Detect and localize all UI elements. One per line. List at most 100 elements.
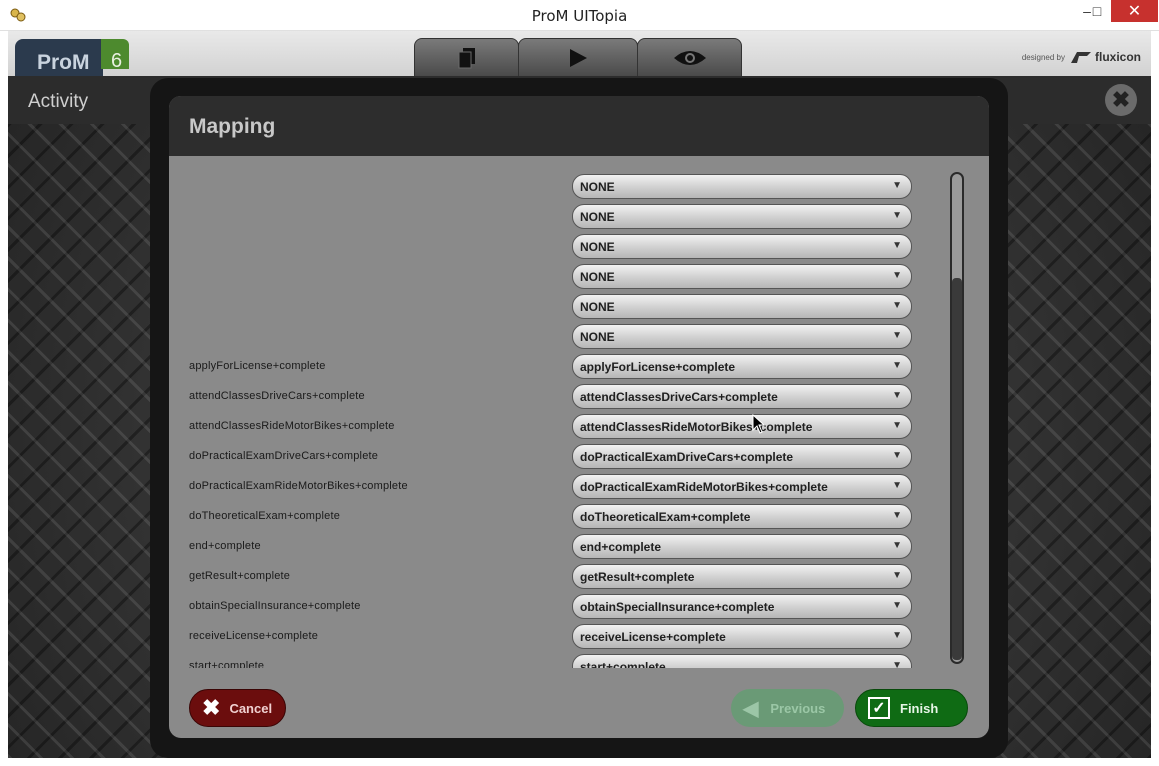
- scrollbar-thumb[interactable]: [952, 278, 962, 660]
- window-title-bar: ProM UITopia – □ ✕: [0, 0, 1159, 31]
- mapping-select[interactable]: attendClassesDriveCars+complete ▼: [572, 384, 912, 409]
- tab-views[interactable]: [637, 38, 742, 76]
- mapping-row-label: obtainSpecialInsurance+complete: [189, 600, 361, 612]
- mapping-row: doTheoreticalExam+complete doTheoreticalE…: [169, 502, 929, 532]
- mapping-select[interactable]: obtainSpecialInsurance+complete ▼: [572, 594, 912, 619]
- mapping-row: start+complete start+complete ▼: [169, 652, 929, 668]
- mapping-row-label: doPracticalExamDriveCars+complete: [189, 450, 379, 462]
- mapping-select[interactable]: doTheoreticalExam+complete ▼: [572, 504, 912, 529]
- mapping-dialog: Mapping NONE ▼ NONE ▼ NONE ▼ NONE ▼ NONE ▼ NONE ▼ ap…: [169, 96, 989, 738]
- mapping-row: NONE ▼: [169, 172, 929, 202]
- mapping-select[interactable]: NONE ▼: [572, 324, 912, 349]
- mapping-row: end+complete end+complete ▼: [169, 532, 929, 562]
- tab-workspace[interactable]: [414, 38, 519, 76]
- mapping-select-value: NONE: [580, 270, 615, 284]
- vertical-scrollbar[interactable]: [950, 172, 964, 664]
- mapping-row: NONE ▼: [169, 322, 929, 352]
- mapping-select-value: end+complete: [580, 540, 662, 554]
- mapping-select[interactable]: applyForLicense+complete ▼: [572, 354, 912, 379]
- mapping-select[interactable]: getResult+complete ▼: [572, 564, 912, 589]
- mapping-select-value: NONE: [580, 210, 615, 224]
- prom-logo: ProM 6: [15, 39, 129, 76]
- mapping-select-value: doPracticalExamRideMotorBikes+complete: [580, 480, 828, 494]
- dropdown-arrow-icon: ▼: [892, 390, 902, 401]
- mapping-row: getResult+complete getResult+complete ▼: [169, 562, 929, 592]
- mapping-select-value: getResult+complete: [580, 570, 695, 584]
- window-title: ProM UITopia: [531, 7, 628, 25]
- mapping-select-value: NONE: [580, 240, 615, 254]
- dialog-title: Mapping: [189, 115, 276, 138]
- documents-icon: [458, 47, 475, 68]
- mapping-row: attendClassesRideMotorBikes+complete atte…: [169, 412, 929, 442]
- checkmark-icon: ✓: [868, 697, 890, 719]
- mapping-select[interactable]: end+complete ▼: [572, 534, 912, 559]
- dropdown-arrow-icon: ▼: [892, 660, 902, 668]
- close-activity-icon[interactable]: ✖: [1105, 84, 1137, 116]
- mapping-row: doPracticalExamRideMotorBikes+complete do…: [169, 472, 929, 502]
- eye-icon: [673, 50, 706, 65]
- prom-header: ProM 6 designed by fluxicon: [8, 31, 1151, 76]
- dropdown-arrow-icon: ▼: [892, 300, 902, 311]
- dropdown-arrow-icon: ▼: [892, 420, 902, 431]
- close-window-icon[interactable]: ✕: [1111, 0, 1158, 22]
- mapping-row-label: receiveLicense+complete: [189, 630, 319, 642]
- dropdown-arrow-icon: ▼: [892, 450, 902, 461]
- mapping-row-label: attendClassesRideMotorBikes+complete: [189, 420, 395, 432]
- mapping-row-label: getResult+complete: [189, 570, 291, 582]
- view-tabs: [414, 38, 742, 76]
- dropdown-arrow-icon: ▼: [892, 480, 902, 491]
- mapping-row: attendClassesDriveCars+complete attendCla…: [169, 382, 929, 412]
- dropdown-arrow-icon: ▼: [892, 570, 902, 581]
- left-arrow-icon: ◀: [743, 697, 759, 720]
- mapping-select[interactable]: doPracticalExamRideMotorBikes+complete ▼: [572, 474, 912, 499]
- mapping-select[interactable]: attendClassesRideMotorBikes+complete ▼: [572, 414, 912, 439]
- mapping-select[interactable]: NONE ▼: [572, 264, 912, 289]
- mapping-select[interactable]: NONE ▼: [572, 294, 912, 319]
- previous-button[interactable]: ◀ Previous: [731, 689, 844, 727]
- mapping-row: NONE ▼: [169, 202, 929, 232]
- dropdown-arrow-icon: ▼: [892, 540, 902, 551]
- mapping-select-value: NONE: [580, 180, 615, 194]
- mapping-select-value: doTheoreticalExam+complete: [580, 510, 751, 524]
- tab-actions[interactable]: [518, 38, 638, 76]
- mapping-row-label: doPracticalExamRideMotorBikes+complete: [189, 480, 408, 492]
- dropdown-arrow-icon: ▼: [892, 510, 902, 521]
- mapping-select-value: start+complete: [580, 660, 666, 668]
- mapping-row-label: attendClassesDriveCars+complete: [189, 390, 365, 402]
- mapping-row: applyForLicense+complete applyForLicense+…: [169, 352, 929, 382]
- dropdown-arrow-icon: ▼: [892, 240, 902, 251]
- mapping-row: NONE ▼: [169, 262, 929, 292]
- mapping-select[interactable]: NONE ▼: [572, 204, 912, 229]
- dropdown-arrow-icon: ▼: [892, 180, 902, 191]
- mapping-select[interactable]: start+complete ▼: [572, 654, 912, 668]
- mapping-select-value: NONE: [580, 300, 615, 314]
- dropdown-arrow-icon: ▼: [892, 330, 902, 341]
- mapping-select[interactable]: doPracticalExamDriveCars+complete ▼: [572, 444, 912, 469]
- finish-button[interactable]: ✓ Finish: [855, 689, 968, 727]
- mapping-select-value: attendClassesDriveCars+complete: [580, 390, 778, 404]
- dropdown-arrow-icon: ▼: [892, 360, 902, 371]
- fluxicon-logo-icon: [1070, 52, 1091, 63]
- cancel-button[interactable]: ✖ Cancel: [189, 689, 286, 727]
- mapping-row: NONE ▼: [169, 292, 929, 322]
- dropdown-arrow-icon: ▼: [892, 210, 902, 221]
- designed-by-label: designed by fluxicon: [1021, 50, 1141, 64]
- mapping-select[interactable]: NONE ▼: [572, 174, 912, 199]
- activity-title: Activity: [28, 91, 89, 112]
- mapping-select-value: applyForLicense+complete: [580, 360, 736, 374]
- mapping-row: receiveLicense+complete receiveLicense+co…: [169, 622, 929, 652]
- mapping-select-value: NONE: [580, 330, 615, 344]
- mapping-select-value: doPracticalExamDriveCars+complete: [580, 450, 794, 464]
- mapping-row-label: doTheoreticalExam+complete: [189, 510, 341, 522]
- mapping-select[interactable]: NONE ▼: [572, 234, 912, 259]
- dropdown-arrow-icon: ▼: [892, 270, 902, 281]
- mapping-row-label: start+complete: [189, 660, 265, 668]
- mapping-row-label: applyForLicense+complete: [189, 360, 326, 372]
- mapping-select[interactable]: receiveLicense+complete ▼: [572, 624, 912, 649]
- mapping-select-value: attendClassesRideMotorBikes+complete: [580, 420, 813, 434]
- mapping-row: doPracticalExamDriveCars+complete doPract…: [169, 442, 929, 472]
- dialog-header: Mapping: [169, 96, 989, 156]
- maximize-icon[interactable]: □: [1080, 0, 1114, 22]
- mapping-list: NONE ▼ NONE ▼ NONE ▼ NONE ▼ NONE ▼ NONE ▼ applyForLi…: [169, 172, 929, 668]
- mapping-row: NONE ▼: [169, 232, 929, 262]
